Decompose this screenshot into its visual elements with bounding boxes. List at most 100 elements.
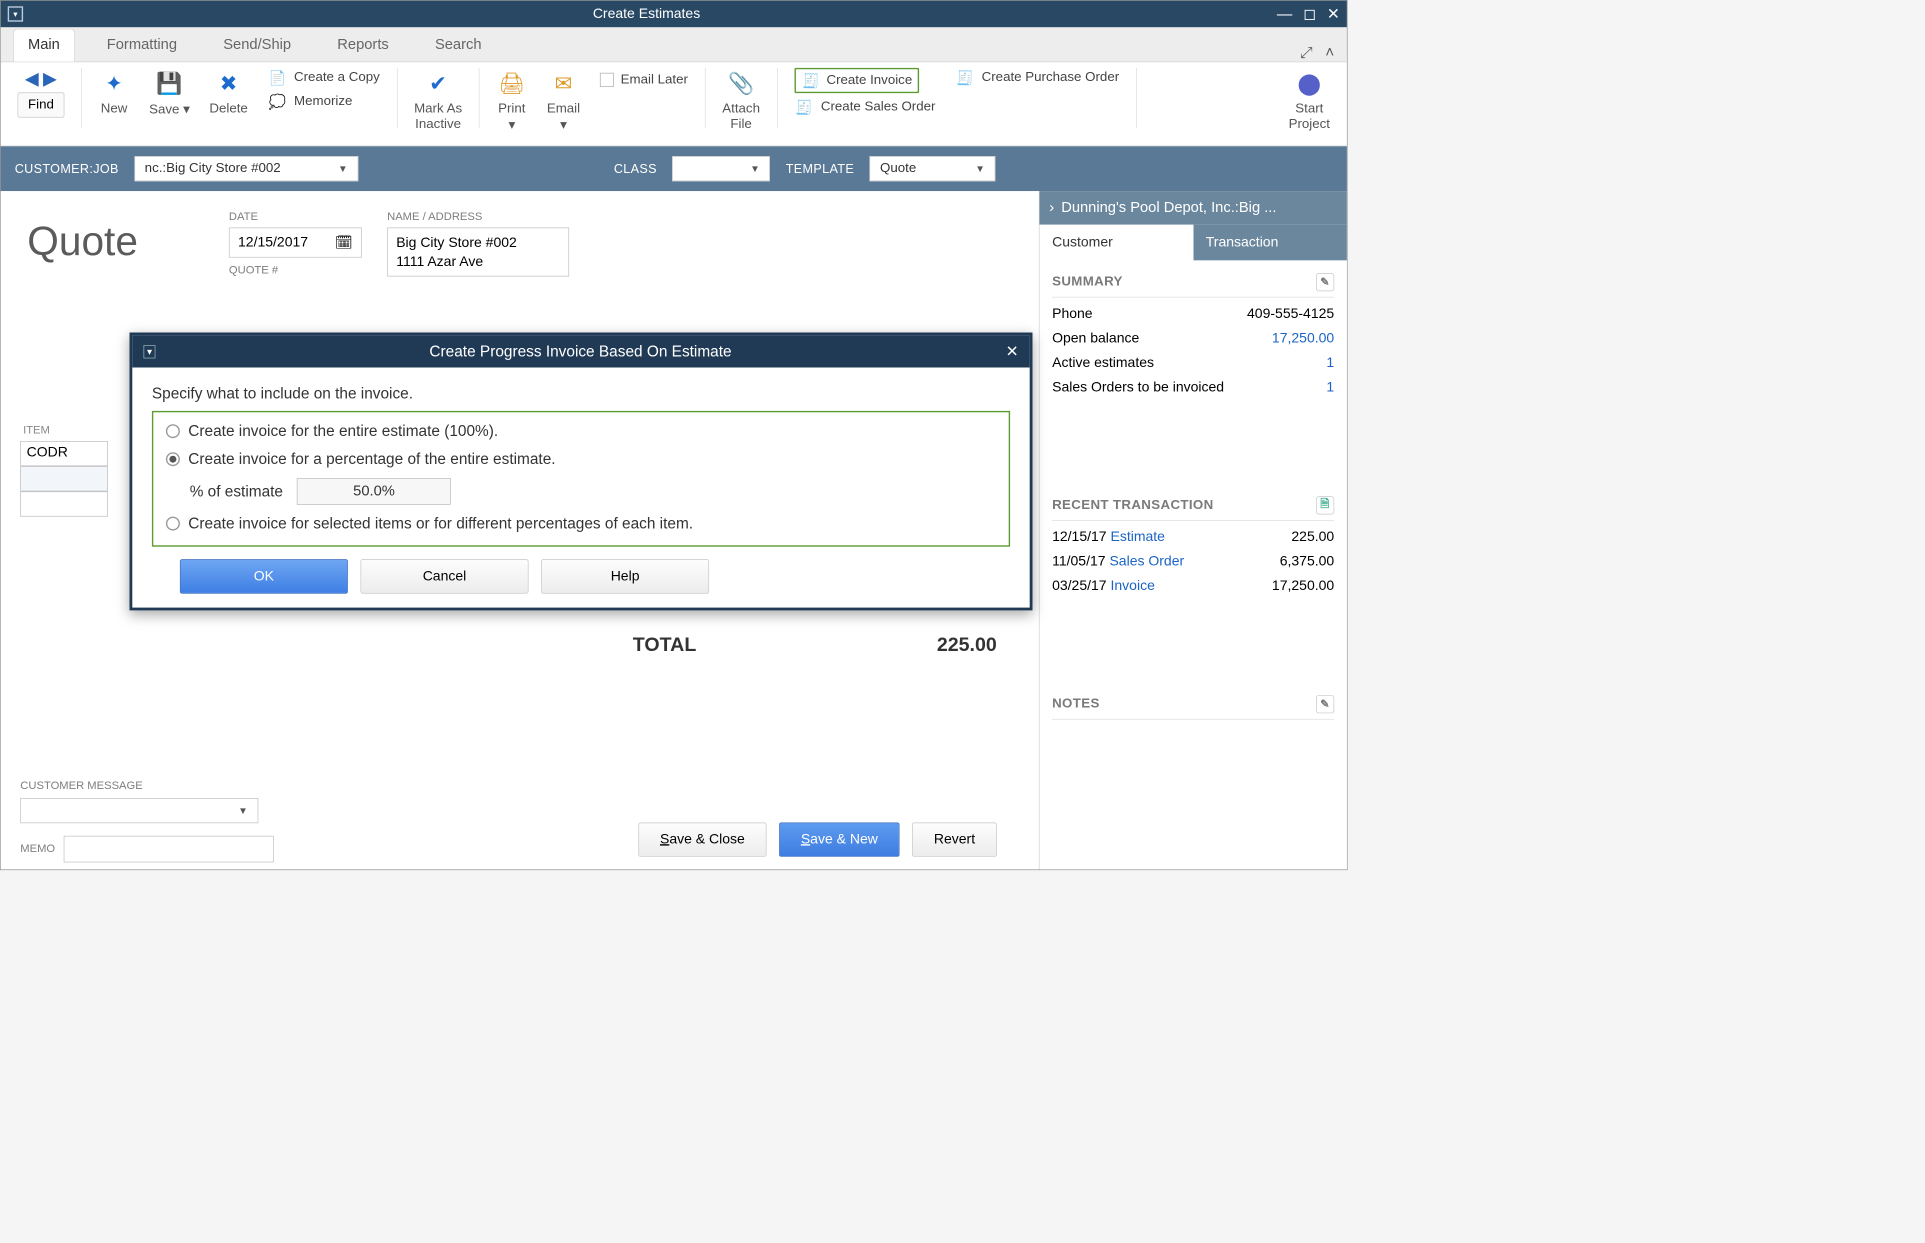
side-panel-header[interactable]: › Dunning's Pool Depot, Inc.:Big ...: [1040, 191, 1347, 225]
open-balance-value[interactable]: 17,250.00: [1272, 330, 1334, 346]
start-project-icon[interactable]: ⬤: [1294, 68, 1325, 99]
edit-notes-icon[interactable]: ✎: [1316, 695, 1334, 713]
help-button[interactable]: Help: [541, 559, 709, 593]
template-dropdown[interactable]: Quote ▼: [869, 156, 995, 181]
item-cell-empty[interactable]: [20, 491, 108, 516]
ribbon-toolbar: ◀ ▶ Find ✦ New 💾 Save ▾ ✖ Delete 📄 Creat…: [1, 62, 1347, 146]
sales-orders-to-invoice-label: Sales Orders to be invoiced: [1052, 379, 1224, 395]
maximize-icon[interactable]: ◻: [1303, 5, 1316, 23]
attach-file-icon[interactable]: 📎: [726, 68, 757, 99]
side-panel-title: Dunning's Pool Depot, Inc.:Big ...: [1061, 200, 1276, 217]
expand-icon[interactable]: ⤢: [1300, 43, 1312, 61]
dialog-instruction: Specify what to include on the invoice.: [152, 384, 1010, 402]
delete-icon[interactable]: ✖: [213, 68, 244, 99]
document-title: Quote: [27, 218, 138, 265]
create-sales-order-label: Create Sales Order: [821, 99, 936, 114]
tab-send-ship[interactable]: Send/Ship: [209, 29, 305, 61]
percent-input[interactable]: 50.0%: [297, 478, 451, 505]
quote-number-label: QUOTE #: [229, 265, 362, 278]
open-balance-label: Open balance: [1052, 330, 1139, 346]
window-title: Create Estimates: [23, 6, 1270, 22]
item-cell[interactable]: CODR: [20, 441, 108, 466]
total-label: TOTAL: [633, 634, 697, 656]
customer-job-dropdown[interactable]: nc.:Big City Store #002 ▼: [134, 156, 358, 181]
system-menu-icon[interactable]: ▾: [8, 6, 23, 21]
create-sales-order-button[interactable]: 🧾 Create Sales Order: [794, 97, 935, 117]
name-address-value: Big City Store #002 1111 Azar Ave: [396, 234, 517, 272]
chevron-down-icon: ▼: [238, 805, 248, 816]
dialog-system-icon[interactable]: ▾: [144, 345, 156, 358]
customer-job-value: nc.:Big City Store #002: [145, 161, 281, 176]
revert-button[interactable]: Revert: [912, 823, 997, 857]
memorize-button[interactable]: 💭 Memorize: [267, 92, 352, 112]
sales-order-icon: 🧾: [794, 97, 814, 117]
email-icon[interactable]: ✉: [548, 68, 579, 99]
side-tab-customer[interactable]: Customer: [1040, 225, 1194, 261]
recent-transaction-title: RECENT TRANSACTION: [1052, 498, 1213, 513]
save-new-button[interactable]: Save & New: [779, 823, 899, 857]
mark-inactive-icon[interactable]: ✔: [423, 68, 454, 99]
tab-formatting[interactable]: Formatting: [93, 29, 191, 61]
tab-main[interactable]: Main: [13, 29, 74, 62]
find-button[interactable]: Find: [18, 92, 65, 117]
invoice-icon: 🧾: [801, 71, 821, 91]
cancel-button[interactable]: Cancel: [361, 559, 529, 593]
create-invoice-button[interactable]: 🧾 Create Invoice: [794, 68, 919, 93]
radio-icon: [166, 517, 180, 531]
close-icon[interactable]: ✕: [1327, 5, 1340, 23]
print-label: Print▾: [498, 102, 525, 134]
create-purchase-order-button[interactable]: 🧾 Create Purchase Order: [955, 68, 1119, 88]
email-later-checkbox[interactable]: Email Later: [600, 72, 688, 87]
recent-report-icon[interactable]: 🗎: [1316, 496, 1334, 514]
create-copy-button[interactable]: 📄 Create a Copy: [267, 68, 379, 88]
copy-icon: 📄: [267, 68, 287, 88]
template-value: Quote: [880, 161, 916, 176]
customer-message-dropdown[interactable]: ▼: [20, 798, 258, 823]
recent-row[interactable]: 11/05/17 Sales Order 6,375.00: [1052, 554, 1334, 570]
print-icon[interactable]: 🖨: [496, 68, 527, 99]
option-percentage[interactable]: Create invoice for a percentage of the e…: [166, 450, 996, 468]
dialog-close-icon[interactable]: ✕: [1006, 342, 1019, 360]
active-estimates-value[interactable]: 1: [1326, 355, 1334, 371]
save-close-button[interactable]: Save & Close: [638, 823, 766, 857]
recent-row[interactable]: 12/15/17 Estimate 225.00: [1052, 529, 1334, 545]
item-cell-empty[interactable]: [20, 466, 108, 491]
radio-icon: [166, 452, 180, 466]
tab-reports[interactable]: Reports: [323, 29, 402, 61]
delete-label: Delete: [209, 102, 247, 117]
radio-icon: [166, 424, 180, 438]
date-input[interactable]: 12/15/2017 🗓: [229, 228, 362, 258]
create-po-label: Create Purchase Order: [982, 70, 1119, 85]
save-label: Save ▾: [149, 102, 190, 118]
minimize-icon[interactable]: —: [1277, 5, 1292, 23]
invoice-options-group: Create invoice for the entire estimate (…: [152, 411, 1010, 547]
recent-row[interactable]: 03/25/17 Invoice 17,250.00: [1052, 578, 1334, 594]
chevron-right-icon: ›: [1049, 200, 1054, 217]
total-value: 225.00: [937, 634, 997, 656]
attach-file-label: AttachFile: [722, 102, 760, 133]
memorize-icon: 💭: [267, 92, 287, 112]
save-icon[interactable]: 💾: [154, 68, 185, 99]
phone-label: Phone: [1052, 306, 1092, 322]
ribbon-tabs: Main Formatting Send/Ship Reports Search…: [1, 27, 1347, 62]
new-icon[interactable]: ✦: [99, 68, 130, 99]
edit-summary-icon[interactable]: ✎: [1316, 273, 1334, 291]
ok-button[interactable]: OK: [180, 559, 348, 593]
option-entire-estimate[interactable]: Create invoice for the entire estimate (…: [166, 422, 996, 440]
name-address-input[interactable]: Big City Store #002 1111 Azar Ave: [387, 228, 569, 277]
collapse-ribbon-icon[interactable]: ˄: [1325, 43, 1334, 61]
memo-input[interactable]: [64, 836, 274, 863]
date-label: DATE: [229, 211, 362, 224]
tab-search[interactable]: Search: [421, 29, 496, 61]
new-label: New: [101, 102, 128, 117]
option-selected-items[interactable]: Create invoice for selected items or for…: [166, 515, 996, 533]
side-tab-transaction[interactable]: Transaction: [1193, 225, 1347, 261]
option-entire-label: Create invoice for the entire estimate (…: [188, 422, 498, 440]
next-arrow-icon[interactable]: ▶: [43, 68, 57, 90]
class-dropdown[interactable]: ▼: [672, 156, 770, 181]
email-later-label: Email Later: [621, 72, 688, 87]
prev-arrow-icon[interactable]: ◀: [25, 68, 39, 90]
sales-orders-to-invoice-value[interactable]: 1: [1326, 379, 1334, 395]
mark-inactive-label: Mark AsInactive: [414, 102, 462, 133]
calendar-icon[interactable]: 🗓: [335, 234, 353, 252]
